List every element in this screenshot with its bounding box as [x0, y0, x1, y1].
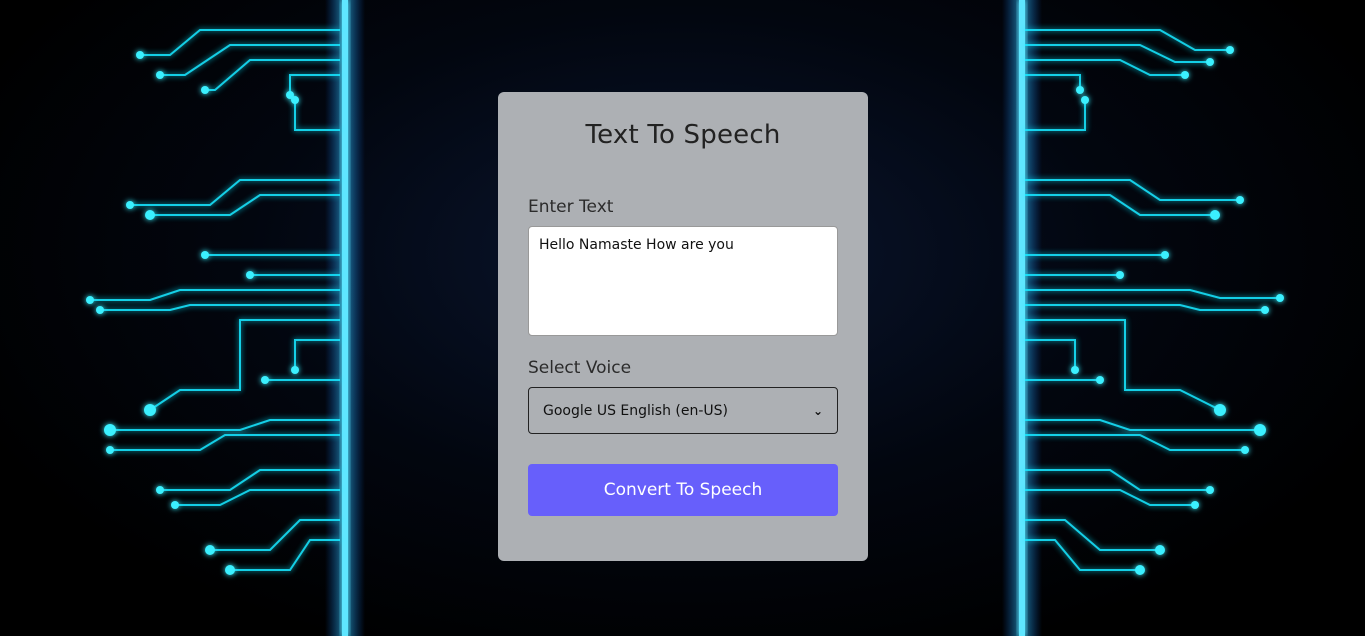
convert-to-speech-button[interactable]: Convert To Speech — [528, 464, 838, 516]
text-input[interactable]: Hello Namaste How are you — [528, 226, 838, 336]
enter-text-label: Enter Text — [528, 197, 614, 217]
chevron-down-icon: ⌄ — [812, 403, 823, 418]
tts-card: Text To Speech Enter Text Hello Namaste … — [498, 92, 868, 561]
voice-select[interactable]: Google US English (en-US) ⌄ — [528, 387, 838, 434]
voice-select-value: Google US English (en-US) — [543, 402, 729, 419]
card-title: Text To Speech — [585, 120, 781, 150]
select-voice-label: Select Voice — [528, 358, 632, 378]
